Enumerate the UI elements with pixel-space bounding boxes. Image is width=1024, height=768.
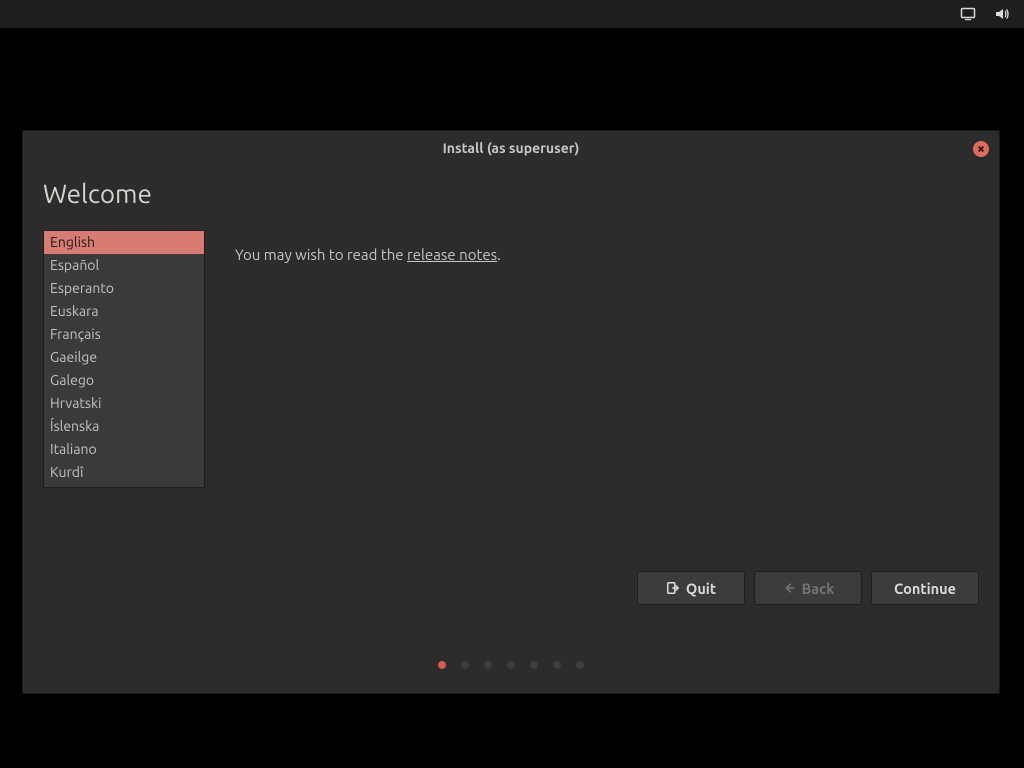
progress-dot (576, 661, 584, 669)
progress-dots (23, 605, 999, 693)
language-item[interactable]: Esperanto (44, 277, 204, 300)
quit-icon (666, 581, 680, 595)
back-arrow-icon (782, 581, 796, 595)
message-pane: You may wish to read the release notes. (235, 230, 979, 559)
display-icon[interactable] (960, 6, 976, 22)
release-notes-message: You may wish to read the release notes. (235, 246, 979, 263)
language-item[interactable]: Français (44, 323, 204, 346)
progress-dot (507, 661, 515, 669)
language-item[interactable]: Italiano (44, 438, 204, 461)
back-button: Back (754, 571, 862, 605)
system-top-bar (0, 0, 1024, 28)
progress-dot (484, 661, 492, 669)
language-item[interactable]: Hrvatski (44, 392, 204, 415)
back-label: Back (802, 580, 835, 597)
progress-dot (438, 661, 446, 669)
installer-dialog: Install (as superuser) Welcome EnglishEs… (22, 130, 1000, 694)
progress-dot (461, 661, 469, 669)
dialog-title: Install (as superuser) (443, 140, 580, 156)
language-item[interactable]: Kurdî (44, 461, 204, 484)
progress-dot (530, 661, 538, 669)
content-row: EnglishEspañolEsperantoEuskaraFrançaisGa… (23, 230, 999, 559)
language-item[interactable]: Íslenska (44, 415, 204, 438)
language-item[interactable]: Euskara (44, 300, 204, 323)
message-suffix: . (497, 246, 501, 263)
language-item[interactable]: Gaeilge (44, 346, 204, 369)
message-prefix: You may wish to read the (235, 246, 407, 263)
language-item[interactable]: Español (44, 254, 204, 277)
release-notes-link[interactable]: release notes (407, 246, 497, 263)
language-item[interactable]: English (44, 231, 204, 254)
button-row: Quit Back Continue (23, 559, 999, 605)
progress-dot (553, 661, 561, 669)
language-list[interactable]: EnglishEspañolEsperantoEuskaraFrançaisGa… (43, 230, 205, 488)
quit-button[interactable]: Quit (637, 571, 745, 605)
continue-button[interactable]: Continue (871, 571, 979, 605)
page-heading: Welcome (43, 179, 999, 208)
close-button[interactable] (973, 141, 989, 157)
language-item[interactable]: Galego (44, 369, 204, 392)
continue-label: Continue (894, 580, 956, 597)
volume-icon[interactable] (994, 6, 1010, 22)
dialog-title-bar: Install (as superuser) (23, 131, 999, 165)
close-icon (977, 145, 985, 153)
quit-label: Quit (686, 580, 716, 597)
